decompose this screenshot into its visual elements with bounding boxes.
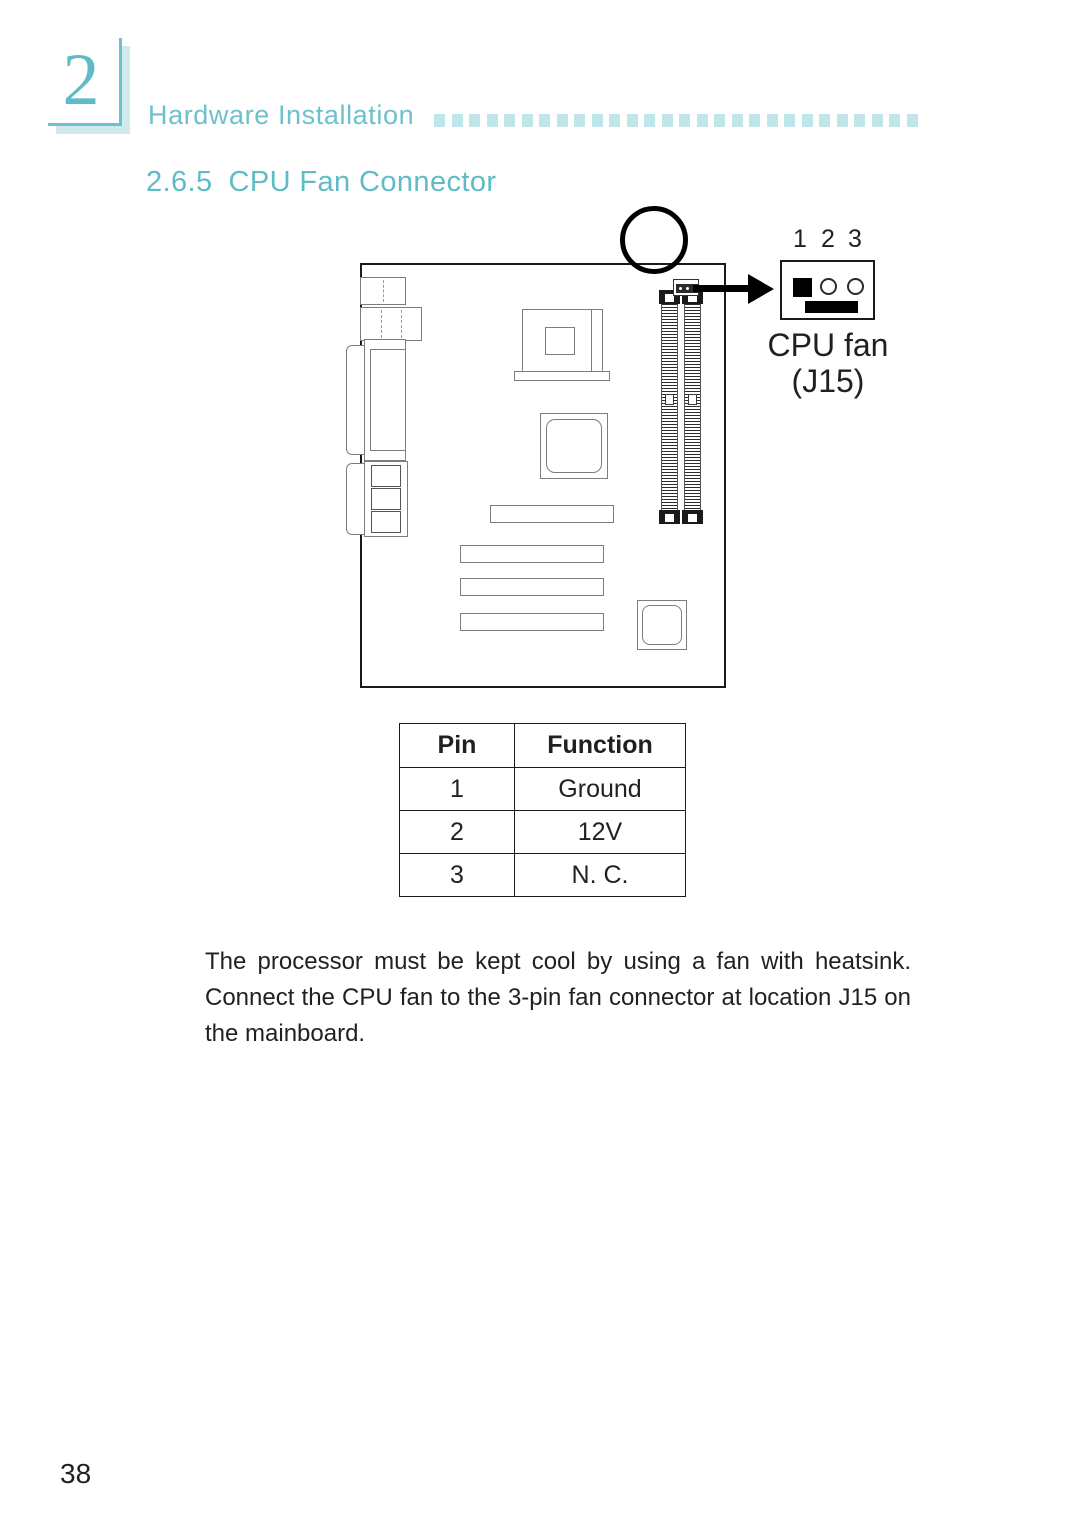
running-header: Hardware Installation — [148, 100, 938, 140]
agp-slot-icon — [490, 505, 614, 523]
mainboard-outline — [346, 263, 726, 688]
table-cell-function: Ground — [514, 767, 686, 811]
dimm-slot-1-icon — [659, 290, 680, 524]
pin-1-square-icon — [793, 278, 812, 297]
usb-port-stack-icon — [364, 461, 408, 537]
callout-arrow-head-icon — [748, 274, 774, 304]
cpu-heatsink-side-icon — [591, 309, 603, 373]
cpu-fan-connector-enlarged — [780, 260, 875, 320]
south-bridge-chip-inner-icon — [642, 605, 682, 645]
magnifier-circle-icon — [620, 206, 688, 274]
connector-base-bar-icon — [805, 301, 858, 313]
table-cell-pin: 2 — [399, 810, 515, 854]
connector-label-line2: (J15) — [791, 363, 865, 399]
pin-number-2: 2 — [821, 225, 835, 253]
table-cell-function: 12V — [514, 810, 686, 854]
cpu-core-icon — [545, 327, 575, 355]
section-number: 2.6.5 — [146, 166, 213, 198]
table-header-row: Pin Function — [399, 723, 686, 768]
table-cell-function: N. C. — [514, 853, 686, 897]
chapter-marker: 2 — [48, 38, 130, 134]
header-dotted-rule — [434, 114, 918, 128]
connector-pin-numbers: 1 2 3 — [780, 225, 875, 257]
table-row: 1 Ground — [399, 767, 686, 811]
page-number: 38 — [60, 1458, 92, 1489]
pin-number-1: 1 — [793, 225, 807, 253]
section-heading: 2.6.5 CPU Fan Connector — [146, 166, 496, 199]
pin-2-circle-icon — [820, 278, 837, 295]
table-row: 2 12V — [399, 810, 686, 854]
pin-number-3: 3 — [848, 225, 862, 253]
cpu-socket-base-icon — [514, 371, 610, 381]
chapter-number: 2 — [62, 39, 100, 121]
callout-arrow-line-icon — [693, 285, 751, 292]
mainboard-figure: 1 2 3 CPU fan (J15) — [330, 206, 930, 695]
table-row: 3 N. C. — [399, 853, 686, 897]
ps2-port-upper-icon — [360, 277, 406, 305]
table-cell-pin: 3 — [399, 853, 515, 897]
north-bridge-chip-inner-icon — [546, 419, 602, 473]
pin-3-circle-icon — [847, 278, 864, 295]
ps2-port-lower-icon — [360, 307, 422, 341]
pci-slot-2-icon — [460, 578, 604, 596]
connector-label-line1: CPU fan — [767, 327, 889, 363]
dimm-slot-2-icon — [682, 290, 703, 524]
parallel-port-inner-icon — [370, 349, 406, 451]
table-cell-pin: 1 — [399, 767, 515, 811]
connector-label: CPU fan (J15) — [748, 327, 908, 399]
pci-slot-3-icon — [460, 613, 604, 631]
body-paragraph: The processor must be kept cool by using… — [205, 948, 911, 1047]
pci-slot-1-icon — [460, 545, 604, 563]
table-header-function: Function — [514, 723, 686, 768]
running-header-title: Hardware Installation — [148, 100, 415, 130]
table-header-pin: Pin — [399, 723, 515, 768]
pin-function-table: Pin Function 1 Ground 2 12V 3 N. C. — [399, 723, 686, 897]
section-title: CPU Fan Connector — [228, 166, 497, 198]
